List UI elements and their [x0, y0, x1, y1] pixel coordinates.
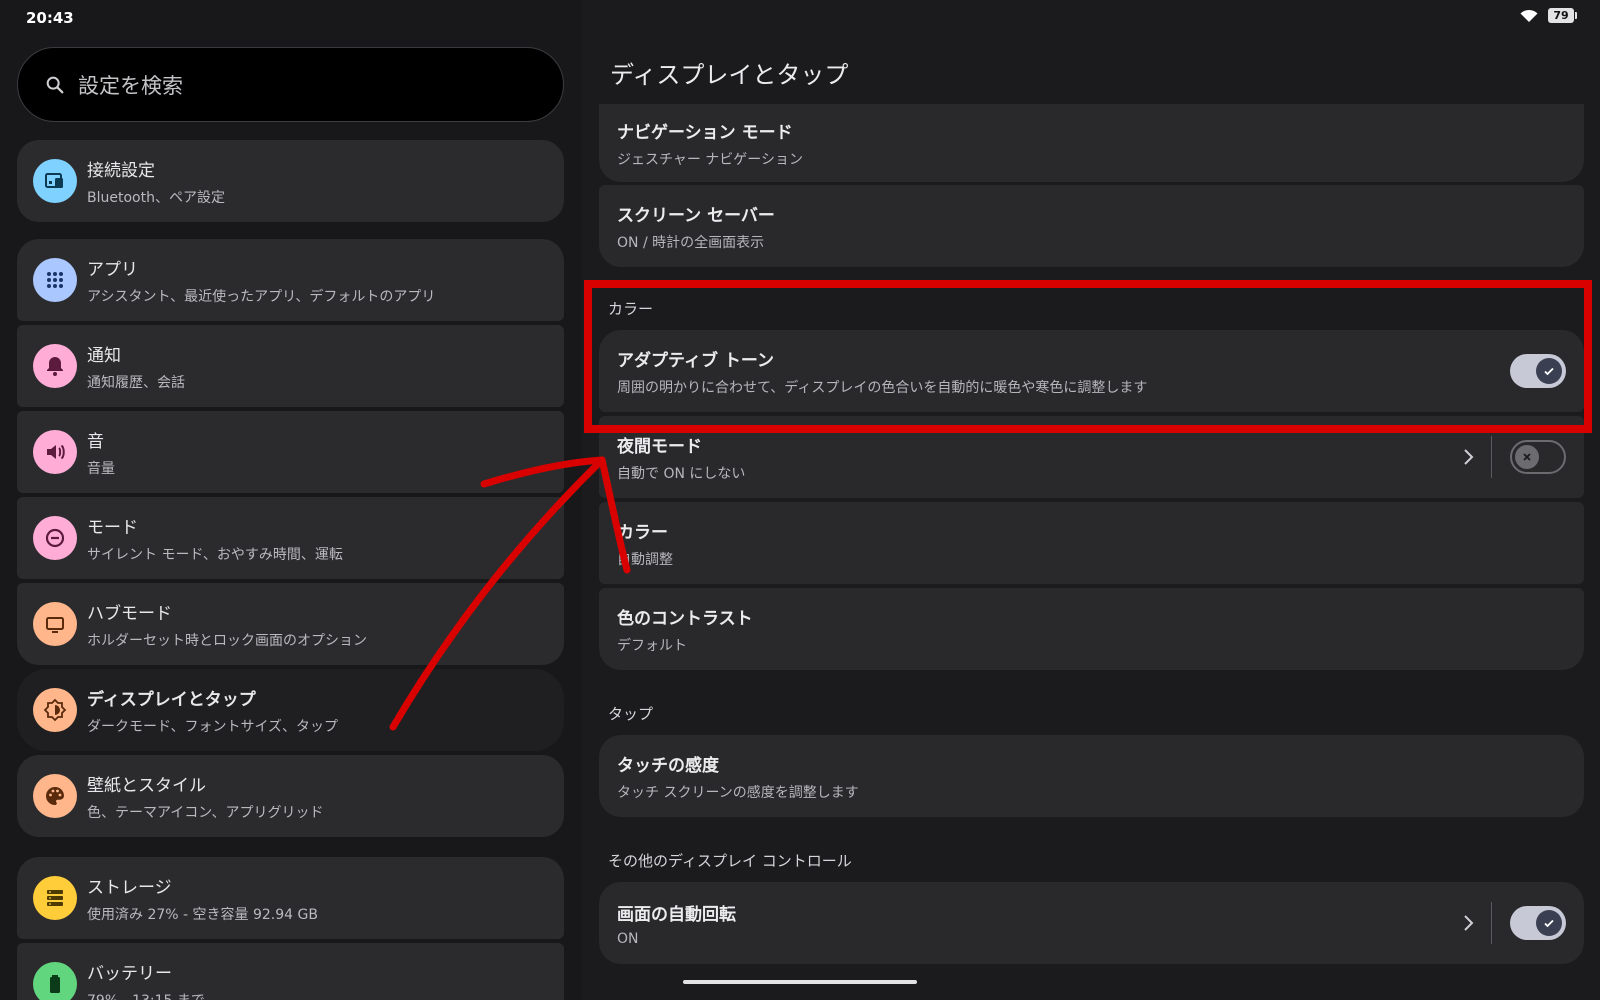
navigation-mode-title: ナビゲーション モード — [617, 122, 793, 143]
sidebar-item-display-selected[interactable]: ディスプレイとタップ ダークモード、フォントサイズ、タップ — [17, 669, 564, 751]
status-time: 20:43 — [26, 9, 74, 27]
sidebar-item-title: バッテリー — [87, 963, 172, 984]
night-mode-title: 夜間モード — [617, 436, 702, 457]
wifi-icon — [1520, 9, 1538, 22]
devices-icon — [33, 159, 77, 203]
sidebar-item-title: 接続設定 — [87, 160, 155, 181]
color-contrast-title: 色のコントラスト — [617, 608, 753, 629]
search-placeholder: 設定を検索 — [78, 73, 183, 98]
sidebar-item-hub-mode[interactable]: ハブモード ホルダーセット時とロック画面のオプション — [17, 583, 564, 665]
color-contrast-item[interactable]: 色のコントラスト デフォルト — [599, 588, 1584, 670]
sidebar-item-subtitle: アシスタント、最近使ったアプリ、デフォルトのアプリ — [87, 288, 436, 305]
battery-status-icon: 79 — [1548, 8, 1577, 23]
sidebar-item-subtitle: Bluetooth、ペア設定 — [87, 189, 225, 206]
sidebar-item-storage[interactable]: ストレージ 使用済み 27% - 空き容量 92.94 GB — [17, 857, 564, 939]
monitor-icon — [33, 602, 77, 646]
sidebar-item-title: ディスプレイとタップ — [87, 689, 256, 710]
sidebar-item-title: 壁紙とスタイル — [87, 775, 206, 796]
search-icon — [46, 76, 64, 93]
sidebar-item-connected-devices[interactable]: 接続設定 Bluetooth、ペア設定 — [17, 140, 564, 222]
screensaver-subtitle: ON / 時計の全画面表示 — [617, 234, 765, 251]
sidebar-item-title: ハブモード — [87, 603, 172, 624]
auto-rotate-toggle[interactable] — [1510, 906, 1566, 940]
sidebar-item-subtitle: 79% - 13:15 まで — [87, 990, 205, 1000]
sidebar-item-title: 通知 — [87, 345, 121, 366]
page-title: ディスプレイとタップ — [610, 61, 849, 89]
display-settings-pane: ディスプレイとタップ ナビゲーション モード ジェスチャー ナビゲーション スク… — [582, 0, 1600, 1000]
sidebar-item-modes[interactable]: モード サイレント モード、おやすみ時間、運転 — [17, 497, 564, 579]
settings-sidebar: 20:43 設定を検索 接続設定 Bluetooth、ペア設定 アプリ アシスタ… — [0, 0, 582, 1000]
touch-sensitivity-subtitle: タッチ スクリーンの感度を調整します — [617, 784, 859, 801]
speaker-icon — [33, 430, 77, 474]
divider — [1491, 902, 1492, 944]
sidebar-item-subtitle: 音量 — [87, 460, 115, 477]
sidebar-item-title: 音 — [87, 431, 104, 452]
brightness-icon — [33, 688, 77, 732]
search-bar[interactable]: 設定を検索 — [17, 47, 564, 122]
check-icon — [1536, 910, 1562, 936]
status-icons: 79 — [1520, 8, 1577, 23]
highlight-box — [584, 280, 1592, 433]
sidebar-item-subtitle: ダークモード、フォントサイズ、タップ — [87, 718, 339, 735]
palette-icon — [33, 774, 77, 818]
sidebar-item-wallpaper[interactable]: 壁紙とスタイル 色、テーマアイコン、アプリグリッド — [17, 755, 564, 837]
sidebar-item-sound[interactable]: 音 音量 — [17, 411, 564, 493]
settings-screen: 20:43 設定を検索 接続設定 Bluetooth、ペア設定 アプリ アシスタ… — [0, 0, 1600, 1000]
color-contrast-subtitle: デフォルト — [617, 637, 687, 654]
divider — [1491, 436, 1492, 478]
navigation-mode-subtitle: ジェスチャー ナビゲーション — [617, 151, 804, 168]
close-icon — [1515, 445, 1539, 469]
sidebar-item-title: モード — [87, 517, 138, 538]
auto-rotate-subtitle: ON — [617, 930, 639, 947]
sidebar-item-battery[interactable]: バッテリー 79% - 13:15 まで — [17, 943, 564, 1000]
navigation-mode-item[interactable]: ナビゲーション モード ジェスチャー ナビゲーション — [599, 104, 1584, 182]
colors-item[interactable]: カラー 自動調整 — [599, 502, 1584, 584]
colors-title: カラー — [617, 522, 668, 543]
sidebar-item-subtitle: サイレント モード、おやすみ時間、運転 — [87, 546, 343, 563]
sidebar-item-notifications[interactable]: 通知 通知履歴、会話 — [17, 325, 564, 407]
auto-rotate-title: 画面の自動回転 — [617, 904, 736, 925]
touch-sensitivity-item[interactable]: タッチの感度 タッチ スクリーンの感度を調整します — [599, 735, 1584, 817]
sidebar-item-title: ストレージ — [87, 877, 172, 898]
screensaver-title: スクリーン セーバー — [617, 205, 775, 226]
chevron-right-icon — [1464, 449, 1474, 465]
night-mode-subtitle: 自動で ON にしない — [617, 465, 746, 482]
touch-sensitivity-title: タッチの感度 — [617, 755, 719, 776]
chevron-right-icon — [1464, 915, 1474, 931]
sidebar-item-apps[interactable]: アプリ アシスタント、最近使ったアプリ、デフォルトのアプリ — [17, 239, 564, 321]
sidebar-item-subtitle: 通知履歴、会話 — [87, 374, 185, 391]
home-gesture-bar[interactable] — [683, 980, 917, 984]
sidebar-item-subtitle: ホルダーセット時とロック画面のオプション — [87, 632, 367, 649]
bell-icon — [33, 344, 77, 388]
sidebar-item-subtitle: 使用済み 27% - 空き容量 92.94 GB — [87, 906, 318, 923]
night-mode-toggle[interactable] — [1510, 440, 1566, 474]
auto-rotate-item[interactable]: 画面の自動回転 ON — [599, 882, 1584, 964]
apps-grid-icon — [33, 258, 77, 302]
section-header-other-display: その他のディスプレイ コントロール — [608, 852, 852, 870]
sidebar-item-title: アプリ — [87, 259, 138, 280]
sidebar-item-subtitle: 色、テーマアイコン、アプリグリッド — [87, 804, 324, 821]
screensaver-item[interactable]: スクリーン セーバー ON / 時計の全画面表示 — [599, 185, 1584, 267]
colors-subtitle: 自動調整 — [617, 551, 673, 568]
battery-icon — [33, 962, 77, 1000]
section-header-tap: タップ — [608, 705, 654, 723]
storage-icon — [33, 876, 77, 920]
do-not-disturb-icon — [33, 516, 77, 560]
